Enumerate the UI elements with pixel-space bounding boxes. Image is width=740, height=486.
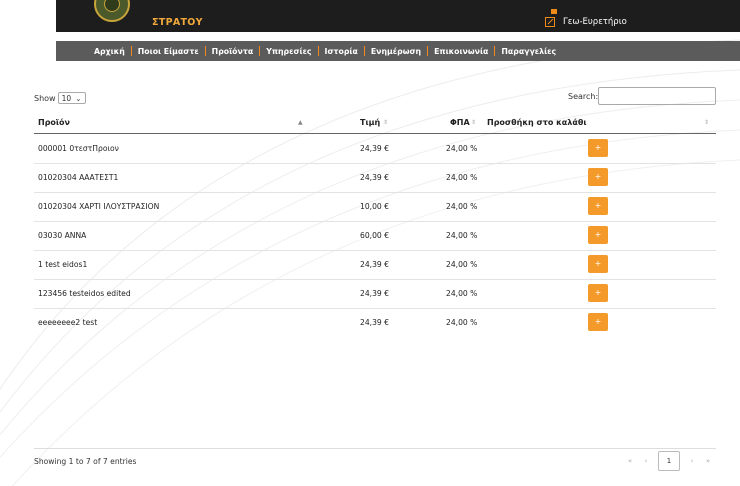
geo-link[interactable]: Γεω-Ευρετήριο (545, 17, 627, 27)
table-footer: Showing 1 to 7 of 7 entries « ‹ 1 › » (34, 448, 716, 471)
add-to-cart-button[interactable]: + (588, 284, 608, 302)
sort-icon: ⇕ (471, 119, 477, 126)
search-input[interactable] (598, 87, 716, 105)
nav-item-services[interactable]: Υπηρεσίες (260, 47, 317, 56)
product-cell: 01020304 ΧΑΡΤΙ ΙΛΟΥΣΤΡΑΣΙΟΝ (38, 202, 160, 211)
pagination: « ‹ 1 › » (622, 451, 716, 471)
vat-cell: 24,00 % (446, 231, 478, 240)
table-row: 03030 ΑΝΝΑ 60,00 € 24,00 % + (34, 221, 716, 251)
product-cell: eeeeeeee2 test (38, 318, 98, 327)
column-header-product[interactable]: Προϊόν (38, 118, 70, 127)
column-header-vat[interactable]: ΦΠΑ (450, 118, 470, 127)
product-cell: 03030 ΑΝΝΑ (38, 231, 87, 240)
table-row: 000001 0τεστΠροιον 24,39 € 24,00 % + (34, 134, 716, 164)
vat-cell: 24,00 % (446, 173, 478, 182)
nav-item-about[interactable]: Ποιοι Είμαστε (132, 47, 205, 56)
last-page-button[interactable]: » (700, 457, 716, 465)
add-to-cart-button[interactable]: + (588, 168, 608, 186)
chevron-down-icon: ⌄ (75, 93, 82, 103)
table-row: 01020304 ΧΑΡΤΙ ΙΛΟΥΣΤΡΑΣΙΟΝ 10,00 € 24,0… (34, 192, 716, 222)
column-header-add-to-cart[interactable]: Προσθήκη στο καλάθι (487, 118, 586, 127)
table-row: eeeeeeee2 test 24,39 € 24,00 % + (34, 308, 716, 337)
first-page-button[interactable]: « (622, 457, 638, 465)
sort-asc-icon: ▲ (298, 119, 303, 126)
nav-item-home[interactable]: Αρχική (88, 47, 131, 56)
product-cell: 000001 0τεστΠροιον (38, 144, 119, 153)
nav-item-history[interactable]: Ιστορία (319, 47, 364, 56)
nav-item-orders[interactable]: Παραγγελίες (495, 47, 562, 56)
main-nav: Αρχική Ποιοι Είμαστε Προϊόντα Υπηρεσίες … (88, 41, 562, 61)
page-1-button[interactable]: 1 (658, 451, 680, 471)
product-cell: 123456 testeidos edited (38, 289, 131, 298)
vat-cell: 24,00 % (446, 318, 478, 327)
price-cell: 24,39 € (360, 289, 389, 298)
sort-icon: ⇕ (704, 119, 710, 126)
vat-cell: 24,00 % (446, 144, 478, 153)
page-size-control: Show 10 ⌄ (34, 92, 86, 104)
add-to-cart-button[interactable]: + (588, 313, 608, 331)
show-label: Show (34, 93, 56, 103)
geo-link-label: Γεω-Ευρετήριο (563, 17, 627, 27)
column-header-price[interactable]: Τιμή (360, 118, 380, 127)
table-row: 123456 testeidos edited 24,39 € 24,00 % … (34, 279, 716, 309)
price-cell: 60,00 € (360, 231, 389, 240)
vat-cell: 24,00 % (446, 202, 478, 211)
prev-page-button[interactable]: ‹ (638, 457, 654, 465)
product-cell: 1 test eidos1 (38, 260, 88, 269)
page-size-value: 10 (61, 93, 72, 103)
table-row: 01020304 ΑΑΑΤΕΣΤ1 24,39 € 24,00 % + (34, 163, 716, 193)
entries-info: Showing 1 to 7 of 7 entries (34, 457, 137, 466)
sort-icon: ⇕ (383, 119, 389, 126)
vat-cell: 24,00 % (446, 289, 478, 298)
price-cell: 24,39 € (360, 173, 389, 182)
page-size-select[interactable]: 10 ⌄ (57, 92, 86, 104)
site-brand[interactable]: ΣΤΡΑΤΟΥ (152, 17, 203, 28)
price-cell: 24,39 € (360, 318, 389, 327)
vat-cell: 24,00 % (446, 260, 478, 269)
nav-item-products[interactable]: Προϊόντα (206, 47, 260, 56)
price-cell: 10,00 € (360, 202, 389, 211)
price-cell: 24,39 € (360, 260, 389, 269)
nav-item-news[interactable]: Ενημέρωση (365, 47, 427, 56)
price-cell: 24,39 € (360, 144, 389, 153)
add-to-cart-button[interactable]: + (588, 139, 608, 157)
pin-icon (551, 9, 557, 14)
add-to-cart-button[interactable]: + (588, 255, 608, 273)
table-row: 1 test eidos1 24,39 € 24,00 % + (34, 250, 716, 280)
product-cell: 01020304 ΑΑΑΤΕΣΤ1 (38, 173, 119, 182)
search-label: Search: (568, 92, 599, 101)
nav-item-contact[interactable]: Επικοινωνία (428, 47, 494, 56)
next-page-button[interactable]: › (684, 457, 700, 465)
table-header: Προϊόν ▲ Τιμή ⇕ ΦΠΑ ⇕ Προσθήκη στο καλάθ… (34, 114, 716, 134)
external-link-icon (545, 17, 555, 27)
add-to-cart-button[interactable]: + (588, 197, 608, 215)
add-to-cart-button[interactable]: + (588, 226, 608, 244)
